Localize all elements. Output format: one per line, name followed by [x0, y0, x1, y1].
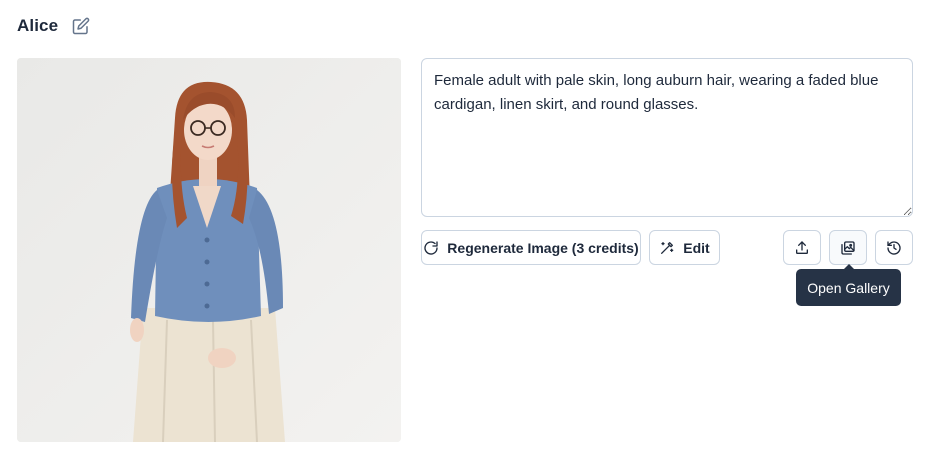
character-description-field[interactable]: Female adult with pale skin, long auburn… — [421, 58, 913, 217]
history-button[interactable] — [875, 230, 913, 265]
character-name: Alice — [17, 16, 59, 35]
refresh-icon — [423, 240, 439, 256]
regenerate-image-label: Regenerate Image (3 credits) — [447, 239, 639, 256]
tooltip-text: Open Gallery — [807, 279, 890, 296]
regenerate-image-button[interactable]: Regenerate Image (3 credits) — [421, 230, 641, 265]
upload-button[interactable] — [783, 230, 821, 265]
open-gallery-button[interactable] — [829, 230, 867, 265]
gallery-icon — [840, 240, 856, 256]
edit-name-icon[interactable] — [72, 17, 90, 35]
character-header: Alice — [17, 14, 90, 38]
edit-image-label: Edit — [683, 239, 710, 256]
edit-image-button[interactable]: Edit — [649, 230, 720, 265]
open-gallery-tooltip: Open Gallery — [796, 269, 901, 306]
history-icon — [886, 240, 902, 256]
character-portrait-image — [17, 58, 401, 442]
upload-icon — [794, 240, 810, 256]
magic-wand-icon — [659, 240, 675, 256]
